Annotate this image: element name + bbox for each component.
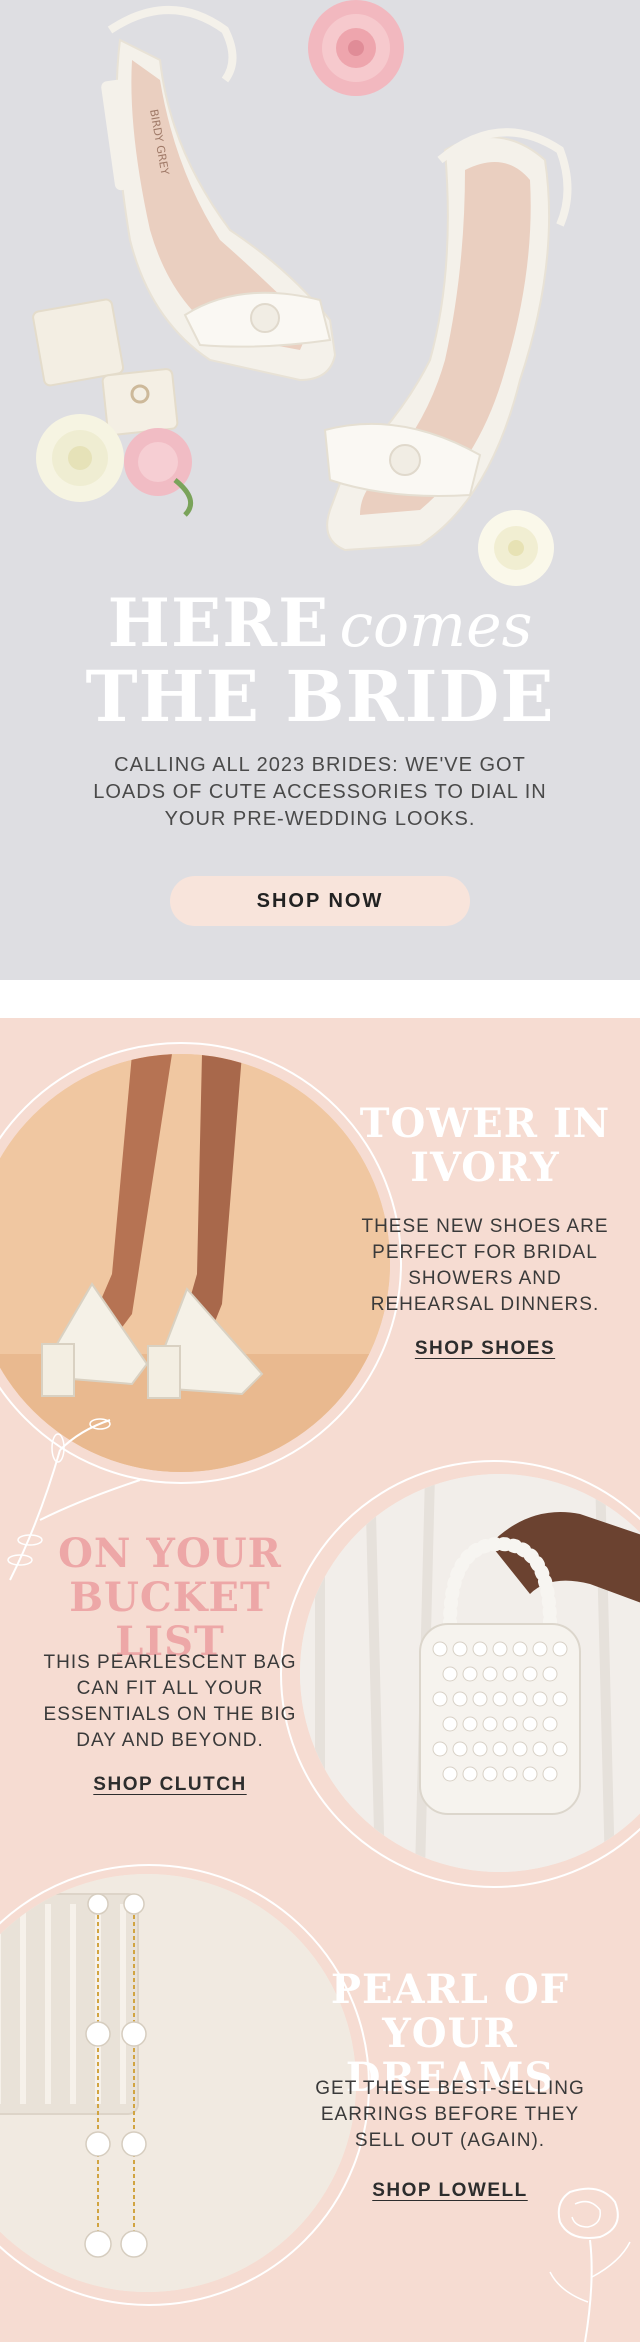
feature-title-tower-in-ivory: TOWER IN IVORY (350, 1102, 620, 1190)
feature-section: TOWER IN IVORY THESE NEW SHOES ARE PERFE… (0, 1018, 640, 2342)
hero-headline-line2: THE BRIDE (85, 655, 555, 738)
title-line: PEARL OF (330, 1966, 570, 2013)
white-flower-icon (478, 510, 554, 586)
hero-banner[interactable]: BIRDY GREY HERE comes THE BRIDE CALLING … (0, 0, 640, 980)
title-line: ON YOUR (58, 1530, 282, 1577)
white-rose-icon (36, 414, 124, 502)
shop-now-button[interactable]: SHOP NOW (170, 876, 470, 926)
section-divider (0, 980, 640, 1018)
feature-title-on-your-bucket-list: ON YOUR BUCKET LIST (20, 1532, 320, 1664)
hero-product-image[interactable]: BIRDY GREY (0, 0, 640, 600)
rose-sketch-icon (549, 2187, 631, 2342)
shop-clutch-link[interactable]: SHOP CLUTCH (40, 1774, 300, 1796)
pink-rose-icon (308, 0, 404, 96)
headline-here: HERE (107, 584, 330, 662)
hero-headline-line1: HERE comes (0, 588, 640, 661)
title-line: IVORY (410, 1144, 560, 1191)
feature-body-pearl-of-your-dreams: GET THESE BEST-SELLING EARRINGS BEFORE T… (315, 2078, 585, 2151)
hero-subtext: CALLING ALL 2023 BRIDES: WE'VE GOT LOADS… (93, 754, 547, 830)
title-line: TOWER IN (359, 1100, 611, 1147)
shop-shoes-link[interactable]: SHOP SHOES (355, 1338, 615, 1360)
headline-comes-script: comes (339, 591, 533, 661)
feature-body-on-your-bucket-list: THIS PEARLESCENT BAG CAN FIT ALL YOUR ES… (43, 1652, 297, 1751)
feature-body-tower-in-ivory: THESE NEW SHOES ARE PERFECT FOR BRIDAL S… (361, 1216, 609, 1315)
